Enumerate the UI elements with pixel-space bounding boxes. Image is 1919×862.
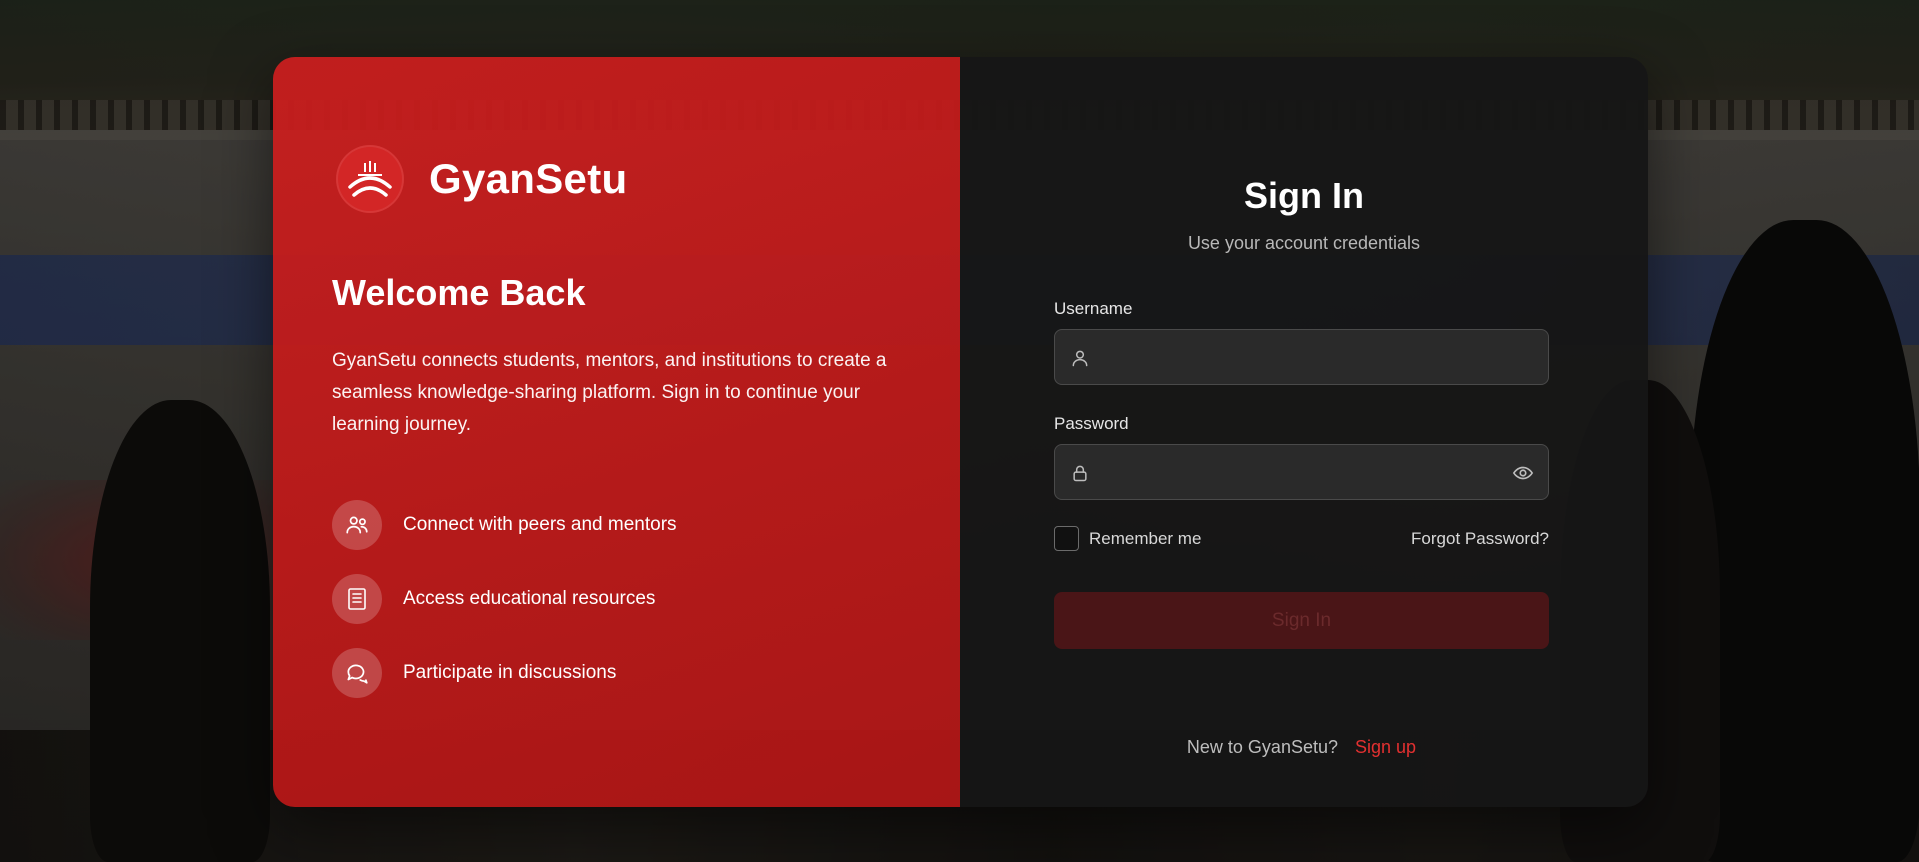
username-input[interactable] xyxy=(1055,330,1548,384)
signin-title: Sign In xyxy=(1244,175,1364,216)
welcome-heading: Welcome Back xyxy=(332,272,586,313)
login-card: GyanSetu Welcome Back GyanSetu connects … xyxy=(273,57,1648,807)
feature-list: Connect with peers and mentors Access ed… xyxy=(332,500,677,722)
options-row: Remember me Forgot Password? xyxy=(1054,526,1549,551)
remember-me: Remember me xyxy=(1054,526,1201,551)
signup-prompt: New to GyanSetu? Sign up xyxy=(1054,737,1549,758)
username-group: Username xyxy=(1054,299,1549,385)
welcome-description: GyanSetu connects students, mentors, and… xyxy=(332,350,887,435)
forgot-password-link[interactable]: Forgot Password? xyxy=(1411,529,1549,549)
welcome-panel: GyanSetu Welcome Back GyanSetu connects … xyxy=(273,57,960,807)
signin-subtitle: Use your account credentials xyxy=(1187,233,1421,253)
feature-item: Connect with peers and mentors xyxy=(332,500,677,550)
feature-label: Access educational resources xyxy=(403,588,656,609)
sign-in-button[interactable]: Sign In xyxy=(1054,592,1549,649)
new-user-text: New to GyanSetu? xyxy=(1186,737,1338,757)
feature-item: Access educational resources xyxy=(332,574,677,624)
remember-label: Remember me xyxy=(1089,528,1202,548)
username-label: Username xyxy=(1054,299,1133,318)
brand-name: GyanSetu xyxy=(429,155,628,202)
password-field xyxy=(1054,444,1549,500)
password-group: Password xyxy=(1054,414,1549,500)
book-icon xyxy=(332,574,382,624)
people-icon xyxy=(332,500,382,550)
brand: GyanSetu xyxy=(336,145,627,213)
signin-panel: Sign In Use your account credentials Use… xyxy=(960,57,1648,807)
feature-label: Connect with peers and mentors xyxy=(403,514,677,535)
password-input[interactable] xyxy=(1055,445,1548,499)
lock-icon xyxy=(1069,462,1091,484)
bridge-logo-icon xyxy=(336,145,404,213)
username-field xyxy=(1054,329,1549,385)
sign-up-link[interactable]: Sign up xyxy=(1355,737,1416,757)
user-icon xyxy=(1069,347,1091,369)
remember-checkbox[interactable] xyxy=(1054,526,1079,551)
feature-item: Participate in discussions xyxy=(332,648,677,698)
chat-icon xyxy=(332,648,382,698)
feature-label: Participate in discussions xyxy=(403,662,617,683)
eye-icon[interactable] xyxy=(1512,462,1534,484)
password-label: Password xyxy=(1054,414,1129,433)
